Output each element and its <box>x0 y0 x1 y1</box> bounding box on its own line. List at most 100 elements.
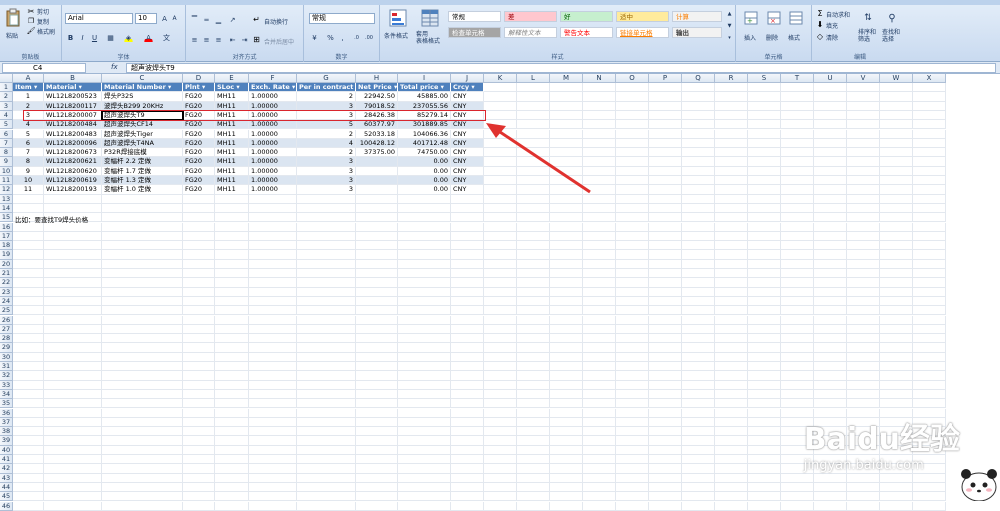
empty-cell[interactable] <box>847 296 880 307</box>
row-header[interactable]: 41 <box>0 455 13 465</box>
empty-cell[interactable] <box>781 259 814 269</box>
empty-cell[interactable] <box>781 185 814 195</box>
empty-cell[interactable] <box>215 445 249 455</box>
empty-cell[interactable] <box>649 176 682 186</box>
empty-cell[interactable] <box>183 352 215 362</box>
empty-cell[interactable] <box>913 83 946 93</box>
clear-button[interactable]: 清除 <box>826 33 838 42</box>
empty-cell[interactable] <box>715 399 748 409</box>
empty-cell[interactable] <box>649 231 682 242</box>
empty-cell[interactable] <box>814 278 847 288</box>
empty-cell[interactable] <box>715 110 748 121</box>
table-cell[interactable]: MH11 <box>215 138 249 149</box>
empty-cell[interactable] <box>484 213 517 223</box>
empty-cell[interactable] <box>398 241 451 251</box>
column-header[interactable]: C <box>102 74 183 83</box>
empty-cell[interactable] <box>183 250 215 260</box>
empty-cell[interactable] <box>913 129 946 139</box>
empty-cell[interactable] <box>550 380 583 390</box>
empty-cell[interactable] <box>297 455 356 465</box>
styles-scroll-up-icon[interactable]: ▲ <box>725 9 734 18</box>
empty-cell[interactable] <box>102 334 183 344</box>
empty-cell[interactable] <box>616 380 649 390</box>
column-header[interactable]: G <box>297 74 356 83</box>
style-output[interactable]: 输出 <box>672 27 722 38</box>
bold-icon[interactable]: B <box>66 33 75 42</box>
empty-cell[interactable] <box>847 259 880 269</box>
empty-cell[interactable] <box>297 380 356 390</box>
empty-cell[interactable] <box>398 362 451 372</box>
empty-cell[interactable] <box>183 427 215 437</box>
column-header[interactable]: H <box>356 74 398 83</box>
empty-cell[interactable] <box>44 259 102 269</box>
empty-cell[interactable] <box>781 473 814 483</box>
empty-cell[interactable] <box>781 241 814 251</box>
empty-cell[interactable] <box>517 501 550 511</box>
empty-cell[interactable] <box>484 352 517 362</box>
empty-cell[interactable] <box>913 343 946 353</box>
empty-cell[interactable] <box>297 194 356 204</box>
empty-cell[interactable] <box>550 389 583 400</box>
empty-cell[interactable] <box>398 259 451 269</box>
comma-icon[interactable]: , <box>338 33 347 42</box>
font-name-select[interactable]: Arial <box>65 13 133 24</box>
table-cell[interactable]: 5 <box>297 120 356 130</box>
empty-cell[interactable] <box>13 241 44 251</box>
empty-cell[interactable] <box>215 455 249 465</box>
empty-cell[interactable] <box>748 408 781 418</box>
empty-cell[interactable] <box>682 92 715 102</box>
empty-cell[interactable] <box>847 473 880 483</box>
empty-cell[interactable] <box>583 278 616 288</box>
empty-cell[interactable] <box>781 231 814 242</box>
empty-cell[interactable] <box>814 482 847 493</box>
empty-cell[interactable] <box>781 92 814 102</box>
empty-cell[interactable] <box>484 269 517 279</box>
empty-cell[interactable] <box>748 492 781 502</box>
empty-cell[interactable] <box>451 371 484 381</box>
column-header[interactable]: S <box>748 74 781 83</box>
empty-cell[interactable] <box>249 213 297 223</box>
empty-cell[interactable] <box>356 427 398 437</box>
empty-cell[interactable] <box>215 231 249 242</box>
empty-cell[interactable] <box>847 482 880 493</box>
empty-cell[interactable] <box>682 157 715 167</box>
empty-cell[interactable] <box>715 296 748 307</box>
empty-cell[interactable] <box>583 83 616 93</box>
empty-cell[interactable] <box>215 380 249 390</box>
table-header-cell[interactable]: Material ▾ <box>44 83 102 93</box>
empty-cell[interactable] <box>451 324 484 335</box>
empty-cell[interactable] <box>682 194 715 204</box>
empty-cell[interactable] <box>398 445 451 455</box>
empty-cell[interactable] <box>682 129 715 139</box>
empty-cell[interactable] <box>715 343 748 353</box>
row-header[interactable]: 43 <box>0 473 13 483</box>
empty-cell[interactable] <box>616 222 649 232</box>
empty-cell[interactable] <box>550 445 583 455</box>
empty-cell[interactable] <box>583 389 616 400</box>
empty-cell[interactable] <box>517 427 550 437</box>
empty-cell[interactable] <box>583 427 616 437</box>
empty-cell[interactable] <box>583 222 616 232</box>
empty-cell[interactable] <box>847 120 880 130</box>
empty-cell[interactable] <box>398 250 451 260</box>
empty-cell[interactable] <box>649 129 682 139</box>
empty-cell[interactable] <box>102 371 183 381</box>
table-cell[interactable]: 401712.48 <box>398 138 451 149</box>
empty-cell[interactable] <box>913 269 946 279</box>
empty-cell[interactable] <box>781 203 814 214</box>
empty-cell[interactable] <box>715 231 748 242</box>
empty-cell[interactable] <box>847 399 880 409</box>
empty-cell[interactable] <box>781 194 814 204</box>
empty-cell[interactable] <box>913 296 946 307</box>
empty-cell[interactable] <box>356 399 398 409</box>
empty-cell[interactable] <box>102 324 183 335</box>
empty-cell[interactable] <box>748 241 781 251</box>
empty-cell[interactable] <box>583 231 616 242</box>
empty-cell[interactable] <box>451 334 484 344</box>
empty-cell[interactable] <box>517 250 550 260</box>
empty-cell[interactable] <box>517 241 550 251</box>
empty-cell[interactable] <box>715 120 748 130</box>
empty-cell[interactable] <box>748 231 781 242</box>
empty-cell[interactable] <box>13 306 44 316</box>
empty-cell[interactable] <box>748 427 781 437</box>
